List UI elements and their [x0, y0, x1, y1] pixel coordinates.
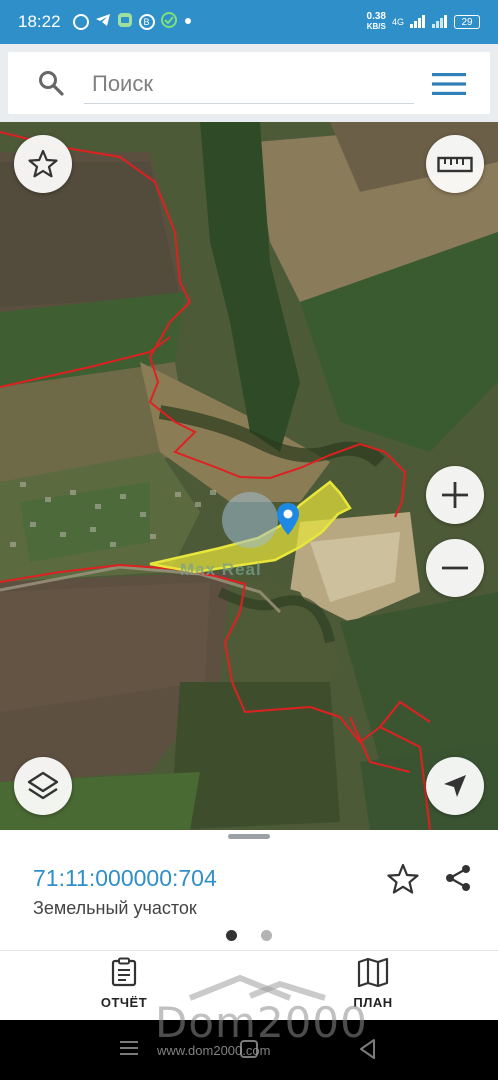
- map-icon: [357, 957, 389, 987]
- page-dot-active[interactable]: [226, 930, 237, 941]
- dot-icon: [183, 13, 193, 31]
- parcel-info-panel[interactable]: 71:11:000000:704 Земельный участок: [0, 830, 498, 950]
- clipboard-icon: [111, 957, 137, 987]
- notification-icons: В: [72, 11, 193, 33]
- ruler-icon: [437, 156, 473, 173]
- battery-level: 29: [461, 16, 473, 28]
- recent-apps-icon[interactable]: [118, 1038, 140, 1058]
- signal-icon-2: [432, 14, 448, 31]
- star-icon: [28, 149, 58, 178]
- ruler-button[interactable]: [426, 135, 484, 193]
- favorite-star-icon[interactable]: [386, 862, 420, 896]
- parcel-type-label: Земельный участок: [33, 898, 197, 918]
- site-watermark-url: www.dom2000.com: [157, 1043, 271, 1058]
- network-speed-unit: KB/S: [366, 22, 386, 31]
- minus-icon: [442, 566, 468, 570]
- favorite-map-button[interactable]: [14, 135, 72, 193]
- search-bar: [8, 52, 490, 114]
- satellite-map[interactable]: Max Real: [0, 122, 498, 830]
- status-right: 0.38 KB/S 4G 29: [367, 12, 480, 32]
- site-watermark-title: Dom2000: [155, 998, 368, 1047]
- header: [0, 44, 498, 122]
- network-type: 4G: [391, 17, 404, 27]
- plus-icon: [442, 482, 468, 508]
- panel-drag-handle[interactable]: [228, 834, 270, 839]
- battery-icon: 29: [454, 15, 480, 29]
- my-location-button[interactable]: [426, 757, 484, 815]
- share-icon[interactable]: [442, 862, 474, 894]
- location-pin-icon[interactable]: [276, 502, 300, 536]
- search-icon[interactable]: [38, 70, 64, 96]
- layers-button[interactable]: [14, 757, 72, 815]
- telegram-icon: [95, 13, 111, 32]
- status-bar: 18:22 В 0.38 KB/S 4G 29: [0, 0, 498, 44]
- layers-icon: [27, 771, 59, 800]
- menu-icon[interactable]: [432, 72, 466, 96]
- vk-icon: В: [138, 14, 155, 30]
- check-icon: [160, 11, 177, 33]
- messenger-icon: [117, 12, 133, 33]
- cadastral-number[interactable]: 71:11:000000:704: [33, 865, 217, 892]
- tab-report-label: ОТЧЁТ: [100, 995, 148, 1010]
- navigation-arrow-icon: [444, 775, 466, 797]
- watermark-logo: [222, 492, 278, 548]
- app-screen: 18:22 В 0.38 KB/S 4G 29 Поиск Max Real 7…: [0, 0, 498, 1080]
- whatsapp-icon: [72, 14, 89, 30]
- status-time: 18:22: [18, 12, 61, 31]
- network-speed-value: 0.38: [366, 11, 386, 22]
- page-indicator: [226, 930, 272, 941]
- map-terrain: [0, 122, 498, 830]
- signal-icon: [410, 14, 426, 31]
- page-dot[interactable]: [261, 930, 272, 941]
- search-input[interactable]: [84, 64, 414, 104]
- map-watermark: Max Real: [180, 560, 262, 579]
- zoom-in-button[interactable]: [426, 466, 484, 524]
- zoom-out-button[interactable]: [426, 539, 484, 597]
- network-speed: 0.38 KB/S: [367, 12, 386, 32]
